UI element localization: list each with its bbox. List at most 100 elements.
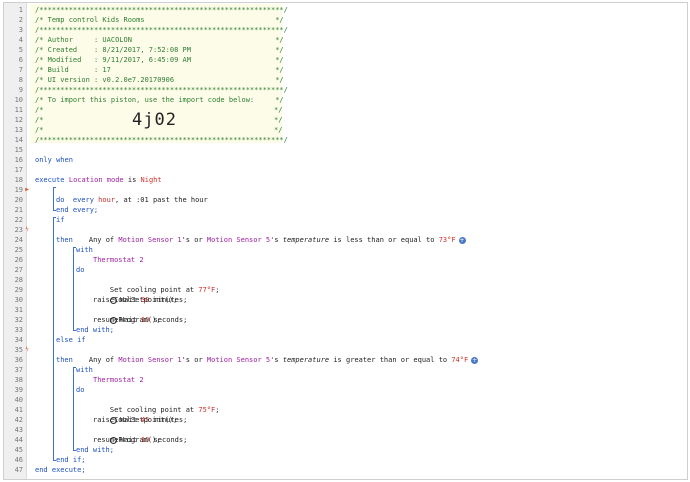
header-empty-close: */	[274, 106, 283, 114]
header-border: /***************************************…	[35, 86, 288, 94]
add-condition-icon[interactable]: +	[458, 236, 466, 244]
line-number: 8	[18, 76, 23, 84]
lightning-icon[interactable]: ϟ	[24, 345, 30, 355]
if-condition[interactable]: Any of Motion Sensor 1's or Motion Senso…	[72, 225, 466, 244]
header-border: /***************************************…	[35, 26, 288, 34]
if-block-bracket	[53, 217, 54, 460]
with-block-bracket	[73, 367, 74, 450]
execute-keyword: execute	[35, 176, 65, 184]
wait-statement[interactable]: Wait 30 minutes;	[93, 285, 187, 304]
line-number: 5	[18, 46, 23, 54]
line-number: 26	[14, 256, 23, 264]
add-condition-icon[interactable]: +	[471, 356, 479, 364]
lightning-icon[interactable]: ϟ	[24, 225, 30, 235]
header-modified: /* Modified : 9/11/2017, 6:45:09 AM */	[35, 56, 284, 64]
restriction-condition[interactable]: Location mode is Night	[52, 165, 162, 184]
if-keyword: if	[56, 216, 65, 224]
header-created: /* Created : 8/21/2017, 7:52:08 PM */	[35, 46, 284, 54]
header-title: /* Temp control Kids Rooms */	[35, 16, 284, 24]
line-number: 17	[14, 166, 23, 174]
line-number: 10	[14, 96, 23, 104]
line-number: 2	[18, 16, 23, 24]
header-empty-open: /*	[35, 116, 44, 124]
line-number: 32	[14, 316, 23, 324]
line-number: 3	[18, 26, 23, 34]
wait-statement[interactable]: Wait 45 minutes;	[93, 405, 187, 424]
resume-program-statement[interactable]: resumeProgram();	[93, 315, 160, 325]
end-with-keyword: end with;	[76, 446, 114, 454]
line-number: 33	[14, 326, 23, 334]
line-number: 41	[14, 406, 23, 414]
with-keyword: with	[76, 366, 93, 374]
piston-editor: /***************************************…	[3, 2, 688, 480]
line-number: 43	[14, 426, 23, 434]
line-number: 19	[14, 186, 23, 194]
line-number: 42	[14, 416, 23, 424]
location-mode-device: Location mode	[68, 176, 124, 184]
line-number: 39	[14, 386, 23, 394]
line-number: 28	[14, 276, 23, 284]
line-number: 40	[14, 396, 23, 404]
do-keyword: do	[56, 196, 65, 204]
line-number: 9	[18, 86, 23, 94]
set-cooling-statement[interactable]: Set cooling point at 75°F;	[93, 395, 220, 414]
line-number: 15	[14, 146, 23, 154]
line-number: 20	[14, 196, 23, 204]
line-number: 29	[14, 286, 23, 294]
then-keyword: then	[56, 236, 73, 244]
line-number: 24	[14, 236, 23, 244]
set-cooling-statement[interactable]: Set cooling point at 77°F;	[93, 275, 220, 294]
thermostat-device[interactable]: Thermostat 2	[93, 255, 144, 265]
header-empty-open: /*	[35, 106, 44, 114]
line-number: 14	[14, 136, 23, 144]
with-block-bracket	[73, 247, 74, 330]
only-when-keyword: only when	[35, 156, 73, 164]
do-keyword: do	[76, 266, 85, 274]
raise-setpoint-statement[interactable]: raiseCoolSetpoint();	[93, 415, 177, 425]
do-keyword: do	[76, 386, 85, 394]
header-empty-open: /*	[35, 126, 44, 134]
line-number: 11	[14, 106, 23, 114]
end-with-keyword: end with;	[76, 326, 114, 334]
with-keyword: with	[76, 246, 93, 254]
line-number: 25	[14, 246, 23, 254]
header-author: /* Author : UACOLON */	[35, 36, 284, 44]
motion-sensor-1: Motion Sensor 1	[118, 236, 182, 244]
line-number: 23	[14, 226, 23, 234]
raise-setpoint-statement[interactable]: raiseCoolSetpoint();	[93, 295, 177, 305]
every-statement[interactable]: every hour, at :01 past the hour	[56, 185, 208, 204]
line-number: 30	[14, 296, 23, 304]
line-number: 21	[14, 206, 23, 214]
end-if-keyword: end if;	[56, 456, 86, 464]
line-number: 16	[14, 156, 23, 164]
wait-statement[interactable]: Wait 10 seconds;	[93, 425, 187, 444]
header-build: /* Build : 17 */	[35, 66, 284, 74]
line-number: 36	[14, 356, 23, 364]
line-number: 38	[14, 376, 23, 384]
line-number: 44	[14, 436, 23, 444]
wait-statement[interactable]: Wait 10 seconds;	[93, 305, 187, 324]
then-keyword: then	[56, 356, 73, 364]
line-number: 34	[14, 336, 23, 344]
line-number: 47	[14, 466, 23, 474]
resume-program-statement[interactable]: resumeProgram();	[93, 435, 160, 445]
line-number: 22	[14, 216, 23, 224]
every-block-bracket	[53, 187, 54, 210]
line-number: 4	[18, 36, 23, 44]
thermostat-device[interactable]: Thermostat 2	[93, 375, 144, 385]
motion-sensor-1: Motion Sensor 1	[118, 356, 182, 364]
motion-sensor-5: Motion Sensor 5	[206, 236, 271, 244]
line-number: 37	[14, 366, 23, 374]
line-number: 12	[14, 116, 23, 124]
line-number: 45	[14, 446, 23, 454]
header-import-text: /* To import this piston, use the import…	[35, 96, 284, 104]
else-if-keyword: else if	[56, 336, 86, 344]
line-number: 18	[14, 176, 23, 184]
header-ui-version: /* UI version : v0.2.0e7.20170906 */	[35, 76, 284, 84]
else-if-condition[interactable]: Any of Motion Sensor 1's or Motion Senso…	[72, 345, 479, 364]
line-number: 1	[18, 6, 23, 14]
header-border: /***************************************…	[35, 6, 288, 14]
flag-icon[interactable]: ▶	[24, 185, 30, 195]
line-number: 35	[14, 346, 23, 354]
end-every-keyword: end every;	[56, 206, 99, 214]
